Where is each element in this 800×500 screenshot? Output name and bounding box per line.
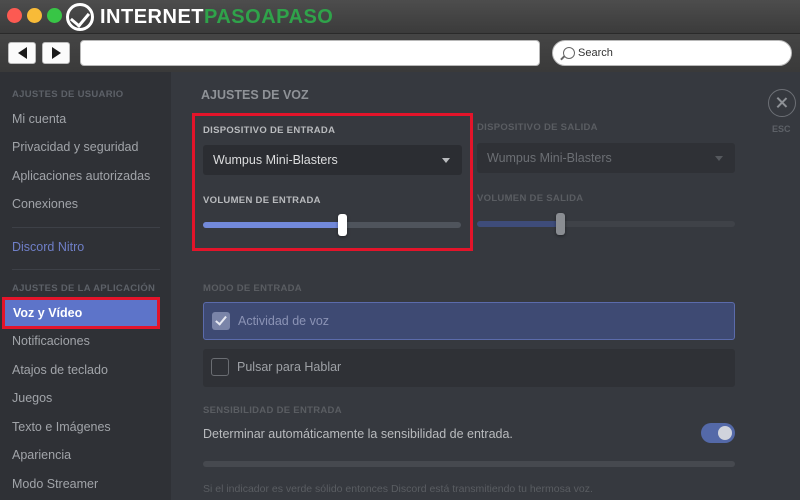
input-volume-handle[interactable]: [338, 214, 348, 236]
logo-accent: PASOAPASO: [204, 6, 334, 28]
output-volume-handle[interactable]: [555, 213, 565, 235]
voice-activity-label: Actividad de voz: [238, 314, 330, 328]
forward-button[interactable]: [42, 42, 70, 64]
output-volume-label: VOLUMEN DE SALIDA: [477, 193, 584, 204]
search-icon: [563, 47, 575, 59]
close-settings-button[interactable]: [768, 89, 796, 117]
sidebar-item-streamer-mode[interactable]: Modo Streamer: [12, 477, 98, 491]
sidebar-item-voice-video[interactable]: Voz y Vídeo: [2, 297, 160, 329]
sidebar-item-notifications[interactable]: Notificaciones: [12, 334, 90, 348]
zoom-window-button[interactable]: [47, 8, 62, 23]
output-volume-slider[interactable]: [477, 213, 735, 235]
sidebar-item-games[interactable]: Juegos: [12, 391, 52, 405]
sensitivity-meter: [203, 461, 735, 467]
esc-label: ESC: [772, 124, 791, 134]
logo-prefix: INTERNET: [100, 6, 204, 28]
input-volume-fill: [203, 222, 343, 228]
input-device-select[interactable]: Wumpus Mini-Blasters: [203, 145, 462, 175]
sidebar-item-authorized-apps[interactable]: Aplicaciones autorizadas: [12, 169, 150, 183]
sidebar-divider: [12, 227, 160, 228]
sidebar-item-privacy[interactable]: Privacidad y seguridad: [12, 140, 138, 154]
sidebar-item-keybinds[interactable]: Atajos de teclado: [12, 363, 108, 377]
window-titlebar: INTERNETPASOAPASO: [0, 0, 800, 34]
input-device-label: DISPOSITIVO DE ENTRADA: [203, 125, 336, 136]
user-settings-heading: AJUSTES DE USUARIO: [12, 89, 124, 100]
sidebar-item-nitro[interactable]: Discord Nitro: [12, 240, 84, 254]
push-to-talk-label: Pulsar para Hablar: [237, 360, 342, 374]
voice-settings-panel: AJUSTES DE VOZ DISPOSITIVO DE ENTRADA Wu…: [171, 72, 800, 500]
output-device-select[interactable]: Wumpus Mini-Blasters: [477, 143, 735, 173]
sensitivity-footnote: Si el indicador es verde sólido entonces…: [203, 483, 593, 495]
back-button[interactable]: [8, 42, 36, 64]
checkbox-empty-icon: [211, 358, 229, 376]
sidebar-item-connections[interactable]: Conexiones: [12, 197, 78, 211]
input-mode-label: MODO DE ENTRADA: [203, 283, 302, 294]
checkbox-checked-icon: [212, 312, 230, 330]
arrow-left-icon: [17, 47, 27, 59]
close-window-button[interactable]: [7, 8, 22, 23]
auto-sensitivity-text: Determinar automáticamente la sensibilid…: [203, 427, 513, 441]
sidebar-item-my-account[interactable]: Mi cuenta: [12, 112, 66, 126]
auto-sensitivity-toggle[interactable]: [701, 423, 735, 443]
app-settings-heading: AJUSTES DE LA APLICACIÓN: [12, 283, 156, 294]
input-volume-slider[interactable]: [203, 214, 461, 236]
watermark-logo-icon: [66, 3, 94, 31]
sidebar-item-text-images[interactable]: Texto e Imágenes: [12, 420, 111, 434]
arrow-right-icon: [51, 47, 61, 59]
input-volume-label: VOLUMEN DE ENTRADA: [203, 195, 321, 206]
sensitivity-label: SENSIBILIDAD DE ENTRADA: [203, 405, 342, 416]
address-bar[interactable]: [80, 40, 540, 66]
search-placeholder: Search: [578, 47, 613, 59]
input-settings-highlight: DISPOSITIVO DE ENTRADA Wumpus Mini-Blast…: [192, 113, 473, 251]
sidebar-item-appearance[interactable]: Apariencia: [12, 448, 71, 462]
push-to-talk-option[interactable]: Pulsar para Hablar: [203, 349, 735, 387]
sidebar-divider: [12, 269, 160, 270]
settings-sidebar: AJUSTES DE USUARIO Mi cuenta Privacidad …: [0, 72, 171, 500]
browser-toolbar: Search: [0, 34, 800, 72]
output-device-value: Wumpus Mini-Blasters: [487, 151, 612, 165]
chevron-down-icon: [442, 158, 450, 163]
toggle-knob: [718, 426, 732, 440]
search-input[interactable]: Search: [552, 40, 792, 66]
voice-activity-option[interactable]: Actividad de voz: [203, 302, 735, 340]
sidebar-item-label: Voz y Vídeo: [13, 306, 83, 320]
input-device-value: Wumpus Mini-Blasters: [213, 153, 338, 167]
output-volume-fill: [477, 221, 560, 227]
watermark-logo-text: INTERNETPASOAPASO: [100, 6, 333, 28]
discord-settings: AJUSTES DE USUARIO Mi cuenta Privacidad …: [0, 72, 800, 500]
minimize-window-button[interactable]: [27, 8, 42, 23]
output-device-label: DISPOSITIVO DE SALIDA: [477, 122, 598, 133]
page-title: AJUSTES DE VOZ: [201, 88, 309, 102]
chevron-down-icon: [715, 156, 723, 161]
